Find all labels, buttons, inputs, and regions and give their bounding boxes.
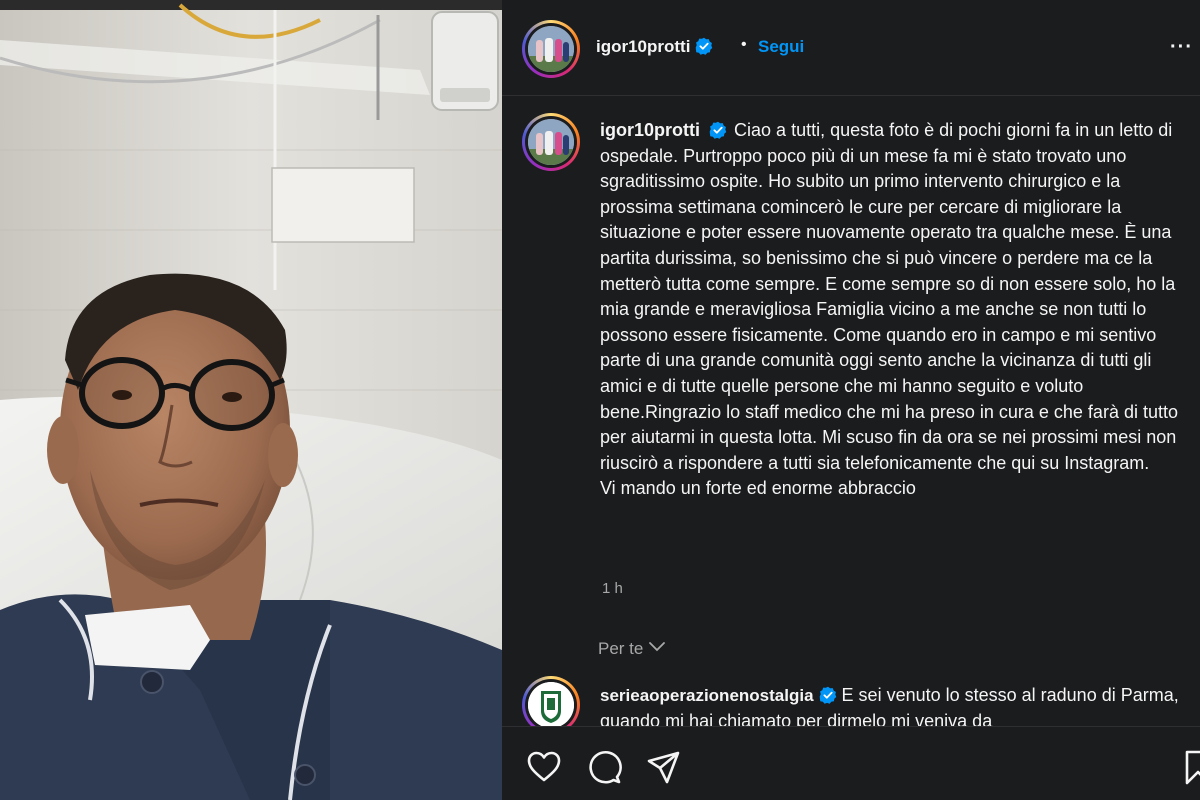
caption-username[interactable]: igor10protti [600,120,700,140]
comments-filter-label: Per te [598,639,644,658]
post-timestamp[interactable]: 1 h [602,580,623,597]
chevron-down-icon [649,637,666,657]
caption-text: Ciao a tutti, questa foto è di pochi gio… [600,120,1178,473]
header-separator: • [741,36,747,53]
avatar-image [528,119,574,165]
comments-filter-dropdown[interactable]: Per te [598,637,666,659]
verified-badge-icon [696,37,713,55]
comment-button[interactable] [584,747,624,787]
post-image[interactable] [0,0,502,800]
verified-badge-icon [819,686,836,704]
post-action-bar [502,726,1200,800]
avatar-image [528,26,574,72]
like-button[interactable] [524,747,564,787]
comment-username[interactable]: serieaoperazionenostalgia [600,686,814,705]
save-button[interactable] [1178,747,1200,787]
post-caption: igor10protti Ciao a tutti, questa foto è… [600,118,1190,502]
post-details-panel: igor10protti • Segui ··· igor10protti Ci… [502,0,1200,800]
more-options-button[interactable]: ··· [1170,36,1193,59]
share-button[interactable] [644,747,684,787]
hospital-selfie-image [0,0,502,800]
caption-closing-line: Vi mando un forte ed enorme abbraccio [600,478,916,499]
author-username[interactable]: igor10protti [596,37,713,57]
share-icon [647,751,680,784]
avatar-image [528,682,574,728]
heart-icon [527,751,561,782]
author-avatar[interactable] [522,20,580,78]
verified-badge-icon [709,121,727,139]
follow-button[interactable]: Segui [758,37,804,57]
post-header: igor10protti • Segui ··· [502,0,1200,96]
bookmark-icon [1185,750,1200,785]
comment-icon [589,750,622,784]
caption-author-avatar[interactable] [522,113,580,171]
